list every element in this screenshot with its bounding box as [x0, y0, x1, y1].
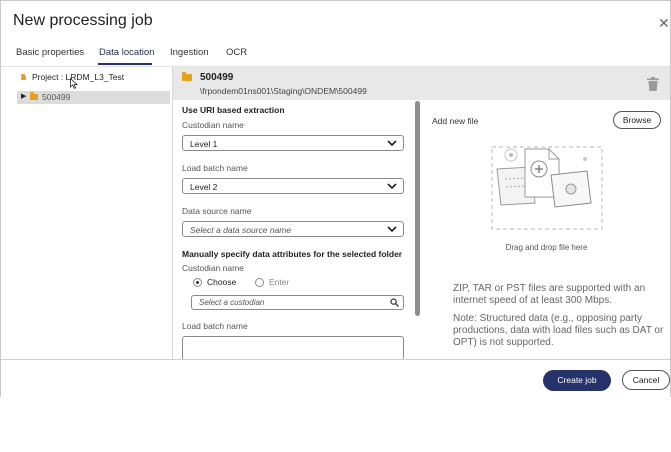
- load-batch-value: Level 2: [190, 182, 218, 192]
- tab-data-location[interactable]: Data location: [99, 47, 154, 58]
- new-processing-job-dialog: New processing job ✕ Basic properties Da…: [0, 0, 671, 397]
- file-upload-illustration-icon[interactable]: [483, 141, 605, 233]
- supported-formats-note: ZIP, TAR or PST files are supported with…: [453, 283, 646, 306]
- radio-choose[interactable]: [193, 278, 202, 287]
- tab-basic-properties[interactable]: Basic properties: [16, 47, 84, 58]
- radio-enter-label[interactable]: Enter: [269, 277, 289, 287]
- manual-custodian-label: Custodian name: [182, 263, 244, 273]
- structured-data-note: Note: Structured data (e.g., opposing pa…: [453, 313, 664, 348]
- add-new-file-label: Add new file: [432, 116, 479, 126]
- tab-ocr[interactable]: OCR: [226, 47, 247, 58]
- manual-attributes-heading: Manually specify data attributes for the…: [182, 249, 403, 259]
- custodian-label: Custodian name: [182, 120, 244, 130]
- chevron-down-icon: [387, 226, 397, 233]
- radio-choose-label[interactable]: Choose: [207, 277, 236, 287]
- mouse-cursor-icon: [70, 78, 78, 89]
- load-batch-label: Load batch name: [182, 163, 248, 173]
- data-source-label: Data source name: [182, 206, 252, 216]
- radio-enter[interactable]: [255, 278, 264, 287]
- active-tab-indicator: [98, 63, 152, 65]
- folder-icon: [30, 92, 38, 100]
- browse-button[interactable]: Browse: [613, 111, 661, 129]
- tree-item[interactable]: ▶ 500499: [17, 91, 170, 104]
- drag-drop-hint: Drag and drop file here: [505, 243, 588, 252]
- chevron-down-icon: [387, 140, 397, 147]
- folder-tree: Project : LRDM_L3_Test ▶ 500499: [1, 67, 173, 359]
- scrollbar-thumb[interactable]: [415, 101, 420, 316]
- trash-icon[interactable]: [647, 77, 659, 91]
- uri-extraction-heading: Use URI based extraction: [182, 105, 285, 115]
- form-scrollbar[interactable]: [415, 101, 421, 359]
- create-job-button[interactable]: Create job: [543, 370, 611, 391]
- custodian-search-placeholder: Select a custodian: [199, 298, 265, 307]
- footer-divider: [1, 359, 670, 360]
- custodian-search-input[interactable]: Select a custodian: [191, 295, 404, 310]
- extraction-form: Use URI based extraction Custodian name …: [173, 101, 415, 359]
- selected-folder-name: 500499: [200, 72, 234, 83]
- cancel-button[interactable]: Cancel: [622, 370, 670, 390]
- custodian-select[interactable]: Level 1: [182, 135, 404, 151]
- load-batch-select[interactable]: Level 2: [182, 178, 404, 194]
- close-icon[interactable]: ✕: [658, 15, 670, 32]
- data-source-select[interactable]: Select a data source name: [182, 221, 404, 237]
- dialog-title: New processing job: [13, 12, 153, 29]
- tab-bar: Basic properties Data location Ingestion…: [1, 41, 670, 65]
- expand-caret-icon[interactable]: ▶: [21, 92, 26, 100]
- chevron-down-icon: [387, 183, 397, 190]
- tree-item-label: 500499: [42, 92, 71, 102]
- selected-folder-path: \frpondem01ns001\Staging\ONDEM\500499: [200, 86, 367, 96]
- selected-folder-icon: [182, 72, 192, 81]
- selected-folder-header: 500499 \frpondem01ns001\Staging\ONDEM\50…: [173, 67, 670, 100]
- manual-load-batch-label: Load batch name: [182, 321, 248, 331]
- load-batch-input[interactable]: [182, 336, 404, 359]
- custodian-value: Level 1: [190, 139, 218, 149]
- tab-ingestion[interactable]: Ingestion: [170, 47, 209, 58]
- file-drop-panel: Add new file Browse Drag and drop file h…: [423, 101, 670, 359]
- project-folder-icon: [21, 73, 26, 80]
- project-label: Project : LRDM_L3_Test: [32, 72, 125, 82]
- search-icon: [390, 298, 399, 307]
- data-source-placeholder: Select a data source name: [190, 225, 292, 235]
